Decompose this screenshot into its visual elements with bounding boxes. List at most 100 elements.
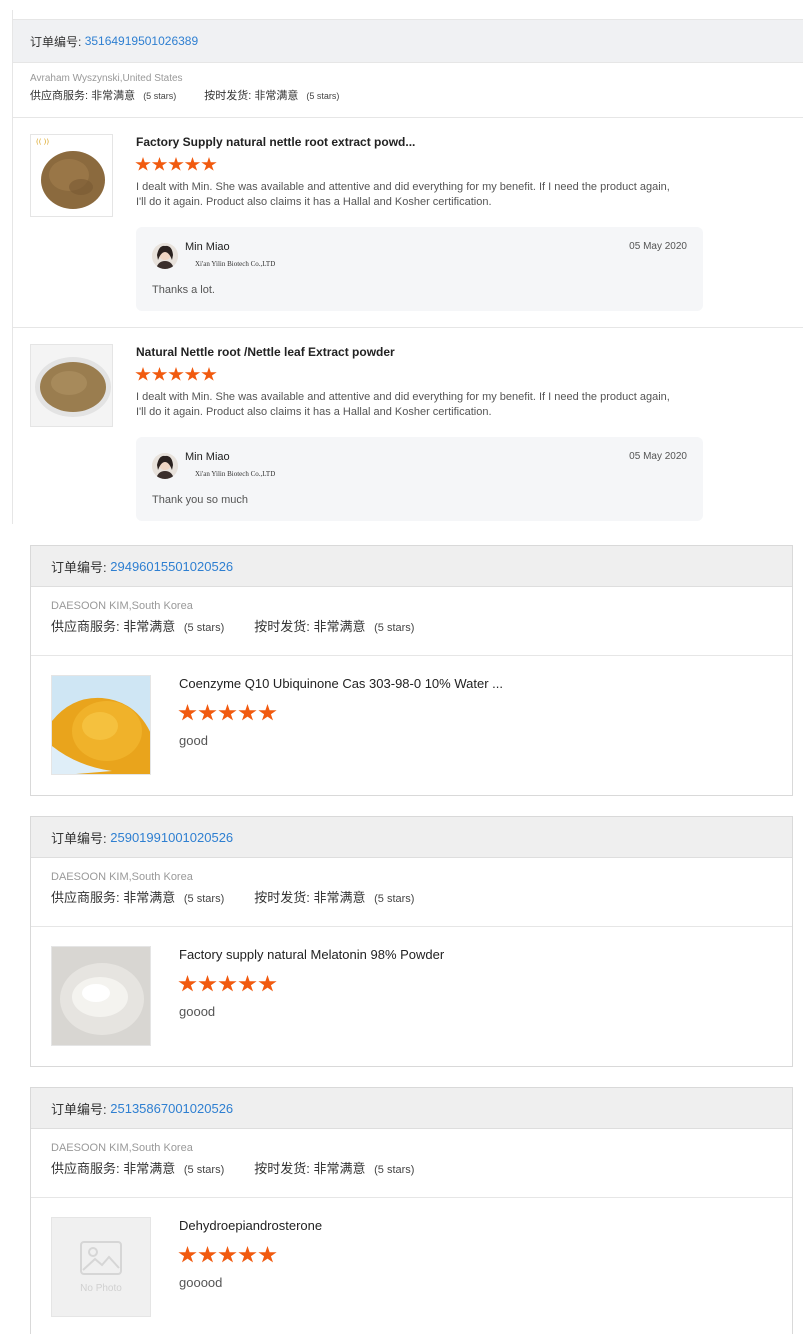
star-icon	[198, 704, 217, 721]
star-rating	[178, 704, 278, 722]
star-icon	[258, 704, 277, 721]
buyer-info: DAESOON KIM,South Korea	[51, 871, 193, 883]
supplier-service-value: 非常满意	[123, 1161, 176, 1176]
image-placeholder-icon	[80, 1240, 122, 1275]
delivery-value: 非常满意	[313, 890, 366, 905]
delivery-rating: 按时发货: 非常满意 (5 stars)	[254, 1158, 414, 1177]
order-header: 订单编号: 25135867001020526	[31, 1088, 792, 1129]
supplier-service-value: 非常满意	[123, 890, 176, 905]
seller-company: Xi'an Yilin Biotech Co.,LTD	[195, 470, 276, 478]
avatar	[152, 453, 178, 479]
supplier-service-rating: 供应商服务: 非常满意 (5 stars)	[51, 887, 224, 906]
supplier-service-stars: (5 stars)	[183, 893, 225, 905]
seller-reply: Min Miao Xi'an Yilin Biotech Co.,LTD 05 …	[136, 437, 703, 521]
review-item: Coenzyme Q10 Ubiquinone Cas 303-98-0 10%…	[31, 655, 792, 795]
order-number-label: 订单编号:	[51, 1101, 107, 1117]
star-icon	[198, 1246, 217, 1263]
product-thumbnail[interactable]	[30, 344, 113, 427]
star-icon	[168, 367, 184, 381]
delivery-label: 按时发货:	[254, 1161, 310, 1176]
order-number-link[interactable]: 25135867001020526	[110, 1101, 233, 1116]
delivery-value: 非常满意	[254, 90, 299, 102]
product-title[interactable]: Natural Nettle root /Nettle leaf Extract…	[136, 345, 395, 359]
star-icon	[201, 157, 217, 171]
supplier-service-stars: (5 stars)	[183, 1164, 225, 1176]
svg-text:(( )): (( ))	[36, 138, 49, 146]
order-number-link[interactable]: 25901991001020526	[110, 830, 233, 845]
reply-date: 05 May 2020	[629, 451, 687, 462]
review-item: Factory supply natural Melatonin 98% Pow…	[31, 926, 792, 1066]
supplier-service-stars: (5 stars)	[143, 91, 177, 101]
delivery-stars: (5 stars)	[306, 91, 340, 101]
reply-date: 05 May 2020	[629, 241, 687, 252]
product-title[interactable]: Dehydroepiandrosterone	[179, 1218, 322, 1233]
delivery-value: 非常满意	[313, 1161, 366, 1176]
star-icon	[184, 157, 201, 171]
order-number-link[interactable]: 35164919501026389	[85, 34, 198, 48]
star-icon	[178, 704, 197, 721]
review-item: Natural Nettle root /Nettle leaf Extract…	[13, 327, 803, 537]
order-ratings: 供应商服务: 非常满意 (5 stars) 按时发货: 非常满意 (5 star…	[13, 87, 803, 117]
delivery-label: 按时发货:	[254, 619, 310, 634]
seller-reply: Min Miao Xi'an Yilin Biotech Co.,LTD 05 …	[136, 227, 703, 311]
star-icon	[178, 1246, 197, 1263]
review-comment: good	[179, 733, 208, 748]
delivery-value: 非常满意	[313, 619, 366, 634]
order-ratings: 供应商服务: 非常满意 (5 stars) 按时发货: 非常满意 (5 star…	[31, 887, 792, 926]
star-icon	[135, 367, 151, 381]
star-icon	[151, 157, 168, 171]
product-title[interactable]: Factory supply natural Melatonin 98% Pow…	[179, 947, 444, 962]
star-icon	[238, 1246, 257, 1263]
delivery-rating: 按时发货: 非常满意 (5 stars)	[254, 616, 414, 635]
seller-company: Xi'an Yilin Biotech Co.,LTD	[195, 260, 276, 268]
review-item: No Photo Dehydroepiandrosterone gooood	[31, 1197, 792, 1337]
white-powder-image	[52, 947, 150, 1045]
order-ratings: 供应商服务: 非常满意 (5 stars) 按时发货: 非常满意 (5 star…	[31, 1158, 792, 1197]
order-number-link[interactable]: 29496015501020526	[110, 559, 233, 574]
supplier-service-rating: 供应商服务: 非常满意 (5 stars)	[51, 1158, 224, 1177]
buyer-info: Avraham Wyszynski,United States	[30, 73, 183, 84]
supplier-service-label: 供应商服务:	[51, 890, 120, 905]
delivery-rating: 按时发货: 非常满意 (5 stars)	[254, 887, 414, 906]
order-header: 订单编号: 35164919501026389	[13, 19, 803, 63]
reply-text: Thanks a lot.	[152, 284, 215, 296]
product-thumbnail[interactable]	[51, 675, 151, 775]
seller-name: Min Miao	[185, 241, 230, 253]
order-header: 订单编号: 29496015501020526	[31, 546, 792, 587]
product-thumbnail[interactable]: (( ))	[30, 134, 113, 217]
product-thumbnail[interactable]: No Photo	[51, 1217, 151, 1317]
supplier-service-stars: (5 stars)	[183, 622, 225, 634]
order-ratings: 供应商服务: 非常满意 (5 stars) 按时发货: 非常满意 (5 star…	[31, 616, 792, 655]
supplier-service-label: 供应商服务:	[51, 1161, 120, 1176]
star-icon	[168, 157, 184, 171]
star-icon	[178, 975, 197, 992]
no-photo-placeholder: No Photo	[52, 1218, 150, 1316]
review-comment: gooood	[179, 1275, 223, 1290]
star-icon	[218, 704, 237, 721]
brown-powder-image: (( ))	[31, 135, 112, 216]
star-icon	[218, 1246, 237, 1263]
star-rating	[178, 1246, 278, 1264]
reply-text: Thank you so much	[152, 494, 248, 506]
review-comment: I dealt with Min. She was available and …	[136, 391, 670, 418]
star-icon	[258, 1246, 277, 1263]
star-icon	[151, 367, 168, 381]
star-icon	[201, 367, 217, 381]
star-rating	[178, 975, 278, 993]
supplier-service-rating: 供应商服务: 非常满意 (5 stars)	[51, 616, 224, 635]
product-thumbnail[interactable]	[51, 946, 151, 1046]
star-icon	[184, 367, 201, 381]
supplier-service-rating: 供应商服务: 非常满意 (5 stars)	[30, 87, 176, 103]
star-icon	[198, 975, 217, 992]
order-card: 订单编号: 29496015501020526 DAESOON KIM,Sout…	[30, 545, 793, 796]
order-card: 订单编号: 25135867001020526 DAESOON KIM,Sout…	[30, 1087, 793, 1334]
order-card: 订单编号: 25901991001020526 DAESOON KIM,Sout…	[30, 816, 793, 1067]
delivery-label: 按时发货:	[204, 90, 252, 102]
supplier-service-value: 非常满意	[123, 619, 176, 634]
avatar	[152, 243, 178, 269]
delivery-stars: (5 stars)	[374, 893, 415, 905]
order-review-block: 订单编号: 35164919501026389 Avraham Wyszynsk…	[12, 10, 803, 524]
order-header: 订单编号: 25901991001020526	[31, 817, 792, 858]
product-title[interactable]: Coenzyme Q10 Ubiquinone Cas 303-98-0 10%…	[179, 676, 503, 691]
product-title[interactable]: Factory Supply natural nettle root extra…	[136, 135, 415, 149]
